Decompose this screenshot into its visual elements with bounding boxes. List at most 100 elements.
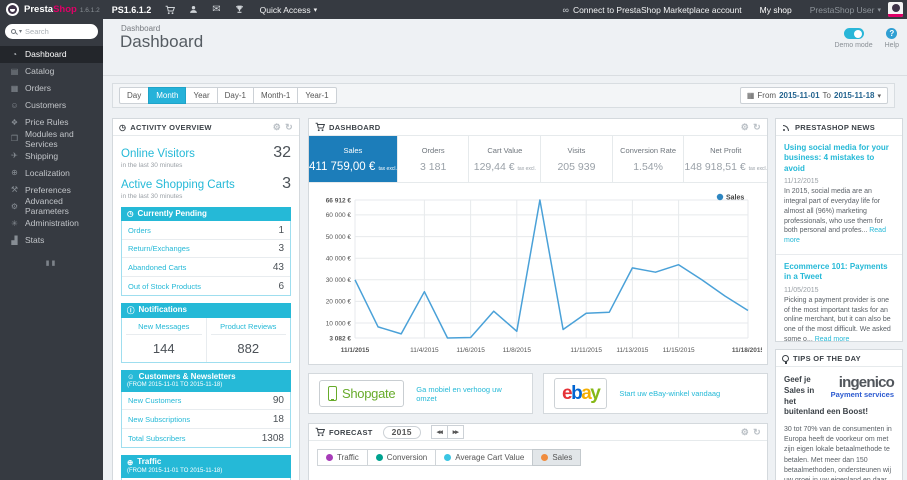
quick-access-menu[interactable]: Quick Access ▾ xyxy=(260,5,318,15)
filter-month-button[interactable]: Month xyxy=(148,87,187,104)
demo-mode-control[interactable]: Demo mode xyxy=(834,28,873,49)
forecast-toggle-conversion[interactable]: Conversion xyxy=(366,449,437,466)
gear-icon[interactable]: ⚙ xyxy=(741,122,749,132)
sidebar-item-advanced-parameters[interactable]: ⚙ Advanced Parameters xyxy=(0,196,103,216)
trophy-icon[interactable] xyxy=(235,5,244,14)
ebay-link[interactable]: Start uw eBay-winkel vandaag xyxy=(619,389,720,398)
cart-icon xyxy=(315,122,325,132)
section-header-notifications: ⓘ Notifications xyxy=(121,303,291,318)
activity-row-total-subscribers[interactable]: Total Subscribers 1308 xyxy=(122,428,290,448)
help-control[interactable]: ? Help xyxy=(885,28,899,49)
date-range-button[interactable]: ▦ From 2015-11-01 To 2015-11-18 ▾ xyxy=(739,87,888,104)
sidebar-item-customers[interactable]: ☺ Customers xyxy=(0,97,103,114)
article-title-link[interactable]: Using social media for your business: 4 … xyxy=(784,143,894,174)
shopgate-banner[interactable]: Shopgate Ga mobiel en verhoog uw omzet xyxy=(308,373,533,414)
filter-day-1-button[interactable]: Day-1 xyxy=(216,87,254,104)
customers-icon: ☺ xyxy=(10,100,19,110)
sales-chart: 3 082 € 10 000 € 20 000 € 30 000 € 40 000 € 5… xyxy=(309,183,767,363)
activity-row-new-subscriptions[interactable]: New Subscriptions 18 xyxy=(122,410,290,429)
activity-row-abandoned-carts[interactable]: Abandoned Carts 43 xyxy=(122,258,290,277)
forward-button[interactable]: ▸▸ xyxy=(446,425,464,439)
header-divider xyxy=(103,75,907,76)
filter-year-button[interactable]: Year xyxy=(185,87,218,104)
sidebar-menu: ◔ Dashboard ▤ Catalog ▦ Orders ☺ Custome… xyxy=(0,46,103,249)
svg-text:11/4/2015: 11/4/2015 xyxy=(410,347,439,354)
sidebar-item-localization[interactable]: ⊕ Localization xyxy=(0,164,103,181)
sales-line-chart: 3 082 € 10 000 € 20 000 € 30 000 € 40 000 € 5… xyxy=(326,193,764,354)
kpi-tab-cart-value[interactable]: Cart Value 129,44 € tax excl. xyxy=(469,136,542,182)
kpi-tab-sales[interactable]: Sales 411 759,00 € tax excl. xyxy=(309,136,398,182)
sidebar-item-stats[interactable]: ▟ Stats xyxy=(0,232,103,249)
refresh-icon[interactable]: ↻ xyxy=(753,122,761,132)
clock-icon: ◷ xyxy=(127,209,134,219)
forecast-toggle-traffic[interactable]: Traffic xyxy=(317,449,368,466)
filter-month-1-button[interactable]: Month-1 xyxy=(252,87,299,104)
price-rules-icon: ❖ xyxy=(10,117,19,127)
activity-stat-product-reviews[interactable]: Product Reviews 882 xyxy=(205,317,291,362)
kpi-tab-visits[interactable]: Visits 205 939 xyxy=(541,136,613,182)
activity-row-orders[interactable]: Orders 1 xyxy=(122,221,290,240)
read-more-link[interactable]: Read more xyxy=(784,227,886,244)
sidebar-item-dashboard[interactable]: ◔ Dashboard xyxy=(0,46,103,63)
forecast-toggle-average-cart-value[interactable]: Average Cart Value xyxy=(435,449,534,466)
kpi-tab-conversion-rate[interactable]: Conversion Rate 1.54% xyxy=(613,136,685,182)
forecast-nav: ◂◂ ▸▸ xyxy=(430,425,464,439)
refresh-icon[interactable]: ↻ xyxy=(753,427,761,437)
catalog-icon: ▤ xyxy=(10,66,19,76)
activity-stat-new-messages[interactable]: New Messages 144 xyxy=(122,318,206,362)
section-header-customers-newsletters: ☺ Customers & Newsletters (FROM 2015-11-0… xyxy=(121,369,291,392)
sidebar-search[interactable]: ▾ xyxy=(5,24,98,39)
backward-button[interactable]: ◂◂ xyxy=(430,425,448,439)
sidebar-collapse-icon[interactable]: ▮▮ xyxy=(0,259,103,267)
search-icon xyxy=(11,29,16,34)
svg-text:30 000 €: 30 000 € xyxy=(326,277,352,284)
people-icon: ☺ xyxy=(127,372,135,382)
activity-row-out-of-stock-products[interactable]: Out of Stock Products 6 xyxy=(122,276,290,296)
user-avatar[interactable] xyxy=(888,2,903,17)
marketplace-link[interactable]: ∞ Connect to PrestaShop Marketplace acco… xyxy=(563,5,742,15)
clock-icon: ◷ xyxy=(119,122,127,132)
active-carts-row[interactable]: Active Shopping Carts 3 xyxy=(113,173,299,193)
sidebar-item-administration[interactable]: ✳ Administration xyxy=(0,215,103,232)
globe-icon: ⊕ xyxy=(127,457,134,467)
user-menu[interactable]: PrestaShop User ▾ xyxy=(810,5,881,15)
kpi-tab-net-profit[interactable]: Net Profit 148 918,51 € tax excl. xyxy=(684,136,767,182)
filter-year-1-button[interactable]: Year-1 xyxy=(297,87,337,104)
mail-icon[interactable]: ✉ xyxy=(212,4,220,15)
page-actions: Demo mode ? Help xyxy=(834,28,899,49)
svg-text:11/11/2015: 11/11/2015 xyxy=(570,347,602,354)
refresh-icon[interactable]: ↻ xyxy=(285,122,293,132)
sidebar-item-orders[interactable]: ▦ Orders xyxy=(0,80,103,97)
filter-day-button[interactable]: Day xyxy=(119,87,150,104)
sidebar-item-shipping[interactable]: ✈ Shipping xyxy=(0,147,103,164)
gear-icon[interactable]: ⚙ xyxy=(273,122,281,132)
kpi-tab-orders[interactable]: Orders 3 181 xyxy=(398,136,470,182)
calendar-icon: ▦ xyxy=(746,91,755,100)
online-visitors-row[interactable]: Online Visitors 32 xyxy=(113,142,299,162)
sidebar-item-catalog[interactable]: ▤ Catalog xyxy=(0,63,103,80)
modules-icon: ❒ xyxy=(10,134,19,144)
read-more-link[interactable]: Read more xyxy=(815,336,850,343)
activity-row-return-exchanges[interactable]: Return/Exchanges 3 xyxy=(122,239,290,259)
ebay-banner[interactable]: ebay Start uw eBay-winkel vandaag xyxy=(543,373,768,414)
cart-icon[interactable] xyxy=(165,5,176,15)
prestashop-news-panel: PRESTASHOP NEWS Using social media for y… xyxy=(775,118,903,371)
sidebar-item-price-rules[interactable]: ❖ Price Rules xyxy=(0,114,103,131)
forecast-year[interactable]: 2015 xyxy=(382,425,421,439)
demo-mode-toggle[interactable] xyxy=(843,28,864,39)
my-shop-link[interactable]: My shop xyxy=(760,5,792,15)
sidebar-item-modules-and-services[interactable]: ❒ Modules and Services xyxy=(0,129,103,149)
svg-text:50 000 €: 50 000 € xyxy=(326,234,352,241)
user-icon[interactable] xyxy=(189,5,198,14)
gear-icon[interactable]: ⚙ xyxy=(741,427,749,437)
search-input[interactable] xyxy=(25,27,92,36)
sidebar-item-preferences[interactable]: ⚒ Preferences xyxy=(0,181,103,198)
activity-section-customers-newsletters: ☺ Customers & Newsletters (FROM 2015-11-0… xyxy=(121,369,291,449)
activity-row-new-customers[interactable]: New Customers 90 xyxy=(122,391,290,411)
article-title-link[interactable]: Ecommerce 101: Payments in a Tweet xyxy=(784,262,894,283)
date-filter-bar: Day Month Year Day-1 Month-1 Year-1 ▦ From 20… xyxy=(112,83,895,108)
prestashop-admin-dashboard: Presta Shop 1.6.1.2 PS1.6.1.2 ✉ Quick Acc… xyxy=(0,0,907,480)
svg-text:3 082 €: 3 082 € xyxy=(329,335,351,342)
shopgate-link[interactable]: Ga mobiel en verhoog uw omzet xyxy=(416,385,522,403)
forecast-toggle-sales[interactable]: Sales xyxy=(532,449,582,466)
